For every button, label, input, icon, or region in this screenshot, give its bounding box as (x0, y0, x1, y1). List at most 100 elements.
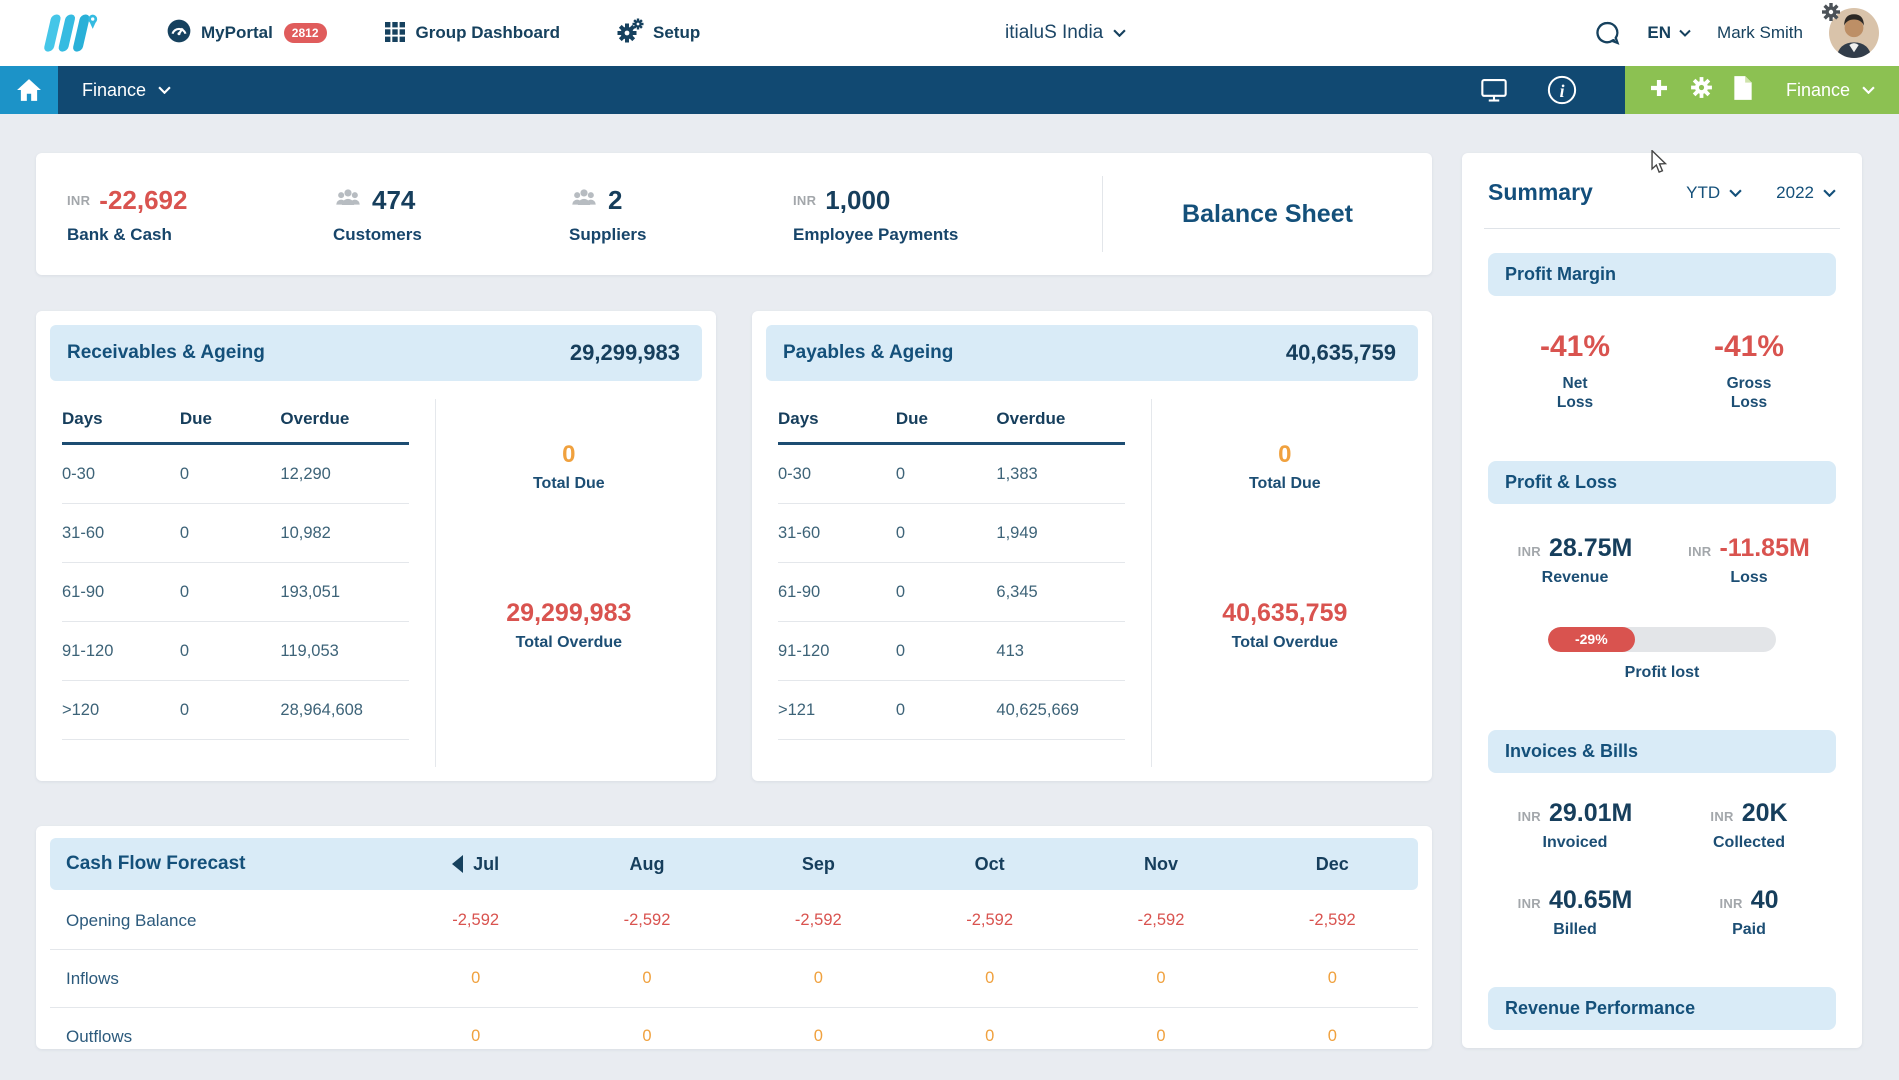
stat-suppliers: 2 Suppliers (569, 184, 793, 245)
invoiced-label: Invoiced (1543, 834, 1608, 852)
nav-item-myportal[interactable]: MyPortal 2812 (166, 18, 327, 49)
add-icon[interactable] (1647, 76, 1671, 105)
module-breadcrumb[interactable]: Finance (82, 80, 171, 101)
total-overdue-label: Total Overdue (1222, 634, 1347, 652)
gross-loss-value: -41% (1714, 330, 1784, 364)
gears-icon (616, 18, 644, 49)
table-row[interactable]: 0-30 0 1,383 (778, 444, 1125, 504)
cell-value: 0 (733, 1027, 904, 1046)
cell-overdue: 1,383 (996, 444, 1124, 504)
chevron-down-icon (1823, 189, 1836, 197)
app-logo-icon[interactable] (36, 11, 102, 55)
chat-icon[interactable] (1593, 19, 1621, 47)
total-overdue-value: 40,635,759 (1222, 599, 1347, 628)
cell-due: 0 (180, 504, 281, 563)
cell-due: 0 (896, 681, 997, 740)
section-profit-margin[interactable]: Profit Margin (1488, 253, 1836, 296)
currency-prefix: INR (1710, 809, 1733, 824)
nav-item-setup[interactable]: Setup (616, 18, 700, 49)
settings-gear-icon[interactable] (1689, 75, 1714, 105)
column-header: Overdue (280, 399, 408, 444)
stat-value: -22,692 (99, 185, 187, 216)
cash-flow-forecast-panel: Cash Flow Forecast Jul Aug Sep Oct Nov D… (36, 826, 1432, 1049)
row-label: Outflows (50, 1027, 390, 1047)
stat-label: Employee Payments (793, 225, 1102, 245)
chevron-down-icon (1862, 86, 1875, 94)
table-row[interactable]: 61-90 0 6,345 (778, 563, 1125, 622)
chevron-down-icon (158, 86, 171, 94)
net-loss-value: -41% (1540, 330, 1610, 364)
user-menu[interactable] (1829, 8, 1879, 58)
collected-value: 20K (1742, 799, 1788, 828)
table-row[interactable]: 31-60 0 1,949 (778, 504, 1125, 563)
receivables-panel-header[interactable]: Receivables & Ageing 29,299,983 (50, 325, 702, 381)
currency-prefix: INR (1518, 809, 1541, 824)
document-icon[interactable] (1732, 75, 1754, 106)
home-icon (16, 78, 42, 102)
cell-due: 0 (180, 444, 281, 504)
column-header: Days (62, 399, 180, 444)
cell-overdue: 6,345 (996, 563, 1124, 622)
column-header: Due (180, 399, 281, 444)
cell-due: 0 (896, 444, 997, 504)
navbar-right-cluster: i (1479, 66, 1899, 114)
topbar-right-cluster: EN Mark Smith (1593, 8, 1879, 58)
currency-prefix: INR (67, 193, 90, 208)
table-row[interactable]: >121 0 40,625,669 (778, 681, 1125, 740)
cash-flow-row-outflows[interactable]: Outflows 0 0 0 0 0 0 (50, 1008, 1418, 1049)
cell-value: -2,592 (561, 911, 732, 930)
month-header: Oct (904, 854, 1075, 875)
stat-bank-cash: INR -22,692 Bank & Cash (67, 184, 333, 245)
table-row[interactable]: 91-120 0 413 (778, 622, 1125, 681)
year-dropdown[interactable]: 2022 (1776, 183, 1836, 203)
table-row[interactable]: 61-90 0 193,051 (62, 563, 409, 622)
table-row[interactable]: 31-60 0 10,982 (62, 504, 409, 563)
section-profit-loss[interactable]: Profit & Loss (1488, 461, 1836, 504)
loss-label: Loss (1730, 569, 1767, 587)
panel-total: 29,299,983 (570, 340, 680, 366)
cash-flow-row-inflows[interactable]: Inflows 0 0 0 0 0 0 (50, 950, 1418, 1008)
revenue-value: 28.75M (1549, 534, 1632, 563)
table-row[interactable]: >120 0 28,964,608 (62, 681, 409, 740)
table-row[interactable]: 0-30 0 12,290 (62, 444, 409, 504)
cell-value: 0 (1247, 1027, 1418, 1046)
period-dropdown[interactable]: YTD (1686, 183, 1742, 203)
cell-due: 0 (896, 563, 997, 622)
total-due-value: 0 (533, 441, 605, 469)
display-mode-icon[interactable] (1479, 76, 1509, 104)
receivables-ageing-panel: Receivables & Ageing 29,299,983 Days Due… (36, 311, 716, 781)
cell-value: -2,592 (904, 911, 1075, 930)
context-module-selector[interactable]: Finance (1786, 80, 1875, 101)
previous-months-arrow-icon[interactable] (452, 855, 463, 873)
myportal-count-badge: 2812 (284, 23, 327, 43)
home-button[interactable] (0, 66, 58, 114)
language-selector[interactable]: EN (1647, 23, 1691, 43)
cash-flow-row-opening-balance[interactable]: Opening Balance -2,592 -2,592 -2,592 -2,… (50, 892, 1418, 950)
table-row[interactable]: 91-120 0 119,053 (62, 622, 409, 681)
divider (1484, 228, 1840, 229)
month-header: Nov (1075, 854, 1246, 875)
nav-item-label: Setup (653, 23, 700, 43)
cell-days: 91-120 (62, 622, 180, 681)
info-icon[interactable]: i (1547, 75, 1577, 105)
section-revenue-performance[interactable]: Revenue Performance (1488, 987, 1836, 1030)
year-value: 2022 (1776, 183, 1814, 203)
balance-sheet-link[interactable]: Balance Sheet (1103, 200, 1432, 229)
cell-value: 0 (1075, 1027, 1246, 1046)
month-header: Dec (1247, 854, 1418, 875)
payables-panel-header[interactable]: Payables & Ageing 40,635,759 (766, 325, 1418, 381)
section-invoices-bills[interactable]: Invoices & Bills (1488, 730, 1836, 773)
panel-total: 40,635,759 (1286, 340, 1396, 366)
stat-label: Suppliers (569, 225, 793, 245)
grid-icon (383, 19, 407, 48)
profile-gear-icon[interactable] (1819, 0, 1843, 29)
stat-value: 2 (608, 185, 622, 216)
language-label: EN (1647, 23, 1671, 43)
cell-overdue: 40,625,669 (996, 681, 1124, 740)
total-overdue-value: 29,299,983 (506, 599, 631, 628)
company-selector[interactable]: itialuS India (1005, 22, 1126, 44)
gross-loss-label: Gross Loss (1720, 374, 1778, 413)
nav-item-group-dashboard[interactable]: Group Dashboard (383, 19, 561, 48)
people-icon (333, 186, 363, 215)
paid-label: Paid (1732, 921, 1766, 939)
